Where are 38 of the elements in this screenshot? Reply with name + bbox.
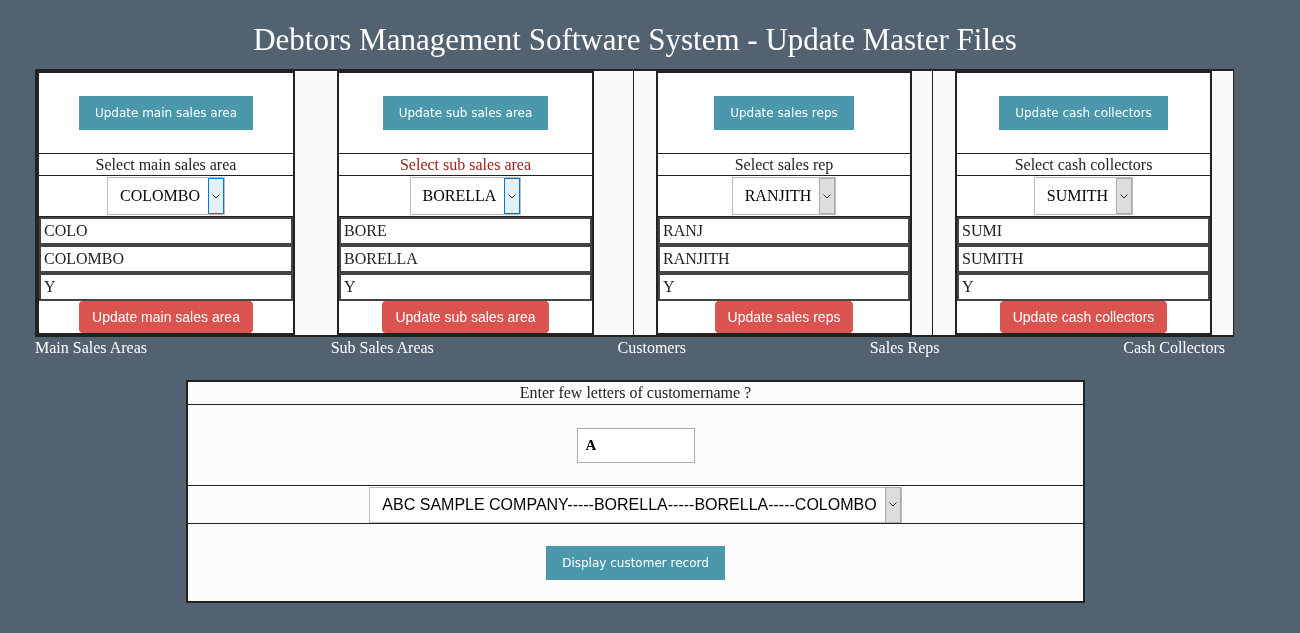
update-button[interactable]: Update main sales area (79, 301, 253, 333)
input-field[interactable]: COLOMBO (39, 245, 293, 273)
update-button[interactable]: Update sub sales area (382, 301, 549, 333)
input-field[interactable]: Y (39, 273, 293, 301)
caret-icon (212, 193, 220, 199)
input-field[interactable]: COLO (39, 217, 293, 245)
input-field[interactable]: SUMI (957, 217, 1210, 245)
search-field[interactable]: A (576, 427, 695, 463)
caret-icon (823, 193, 832, 199)
select-prompt: Select sales rep (658, 154, 910, 176)
select-prompt: Select main sales area (39, 154, 293, 176)
dropdown[interactable]: RANJITH (731, 177, 837, 215)
input-field[interactable]: Y (658, 273, 910, 301)
section-label: Sub Sales Areas (330, 338, 434, 358)
dropdown[interactable]: COLOMBO (107, 177, 225, 215)
input-field[interactable]: BORE (339, 217, 592, 245)
page-title: Debtors Management Software System - Update Master Files (252, 21, 1018, 59)
search-prompt: Enter few letters of customername ? (188, 382, 1083, 405)
caret-icon (1120, 193, 1129, 199)
input-field[interactable]: RANJ (658, 217, 910, 245)
customer-dropdown[interactable]: ABC SAMPLE COMPANY-----BORELLA-----BORELLA-----COLOMBO (369, 486, 902, 523)
select-prompt: Select cash collectors (957, 154, 1210, 176)
section-label: Main Sales Areas (35, 338, 147, 358)
dropdown[interactable]: BORELLA (409, 177, 522, 215)
input-field[interactable]: SUMITH (957, 245, 1210, 273)
section-label: Sales Reps (869, 338, 940, 359)
input-field[interactable]: Y (339, 273, 592, 301)
input-field[interactable]: Y (957, 273, 1210, 301)
dropdown[interactable]: SUMITH (1033, 177, 1134, 215)
caret-icon (888, 502, 897, 507)
update-button[interactable]: Update cash collectors (999, 301, 1168, 333)
input-field[interactable]: BORELLA (339, 245, 592, 273)
update-button[interactable]: Update sales reps (714, 301, 854, 333)
select-prompt: Select sub sales area (339, 154, 592, 176)
section-label: Customers (617, 338, 686, 358)
section-label: Cash Collectors (1123, 338, 1225, 358)
caret-icon (508, 193, 517, 199)
input-field[interactable]: RANJITH (658, 245, 910, 273)
